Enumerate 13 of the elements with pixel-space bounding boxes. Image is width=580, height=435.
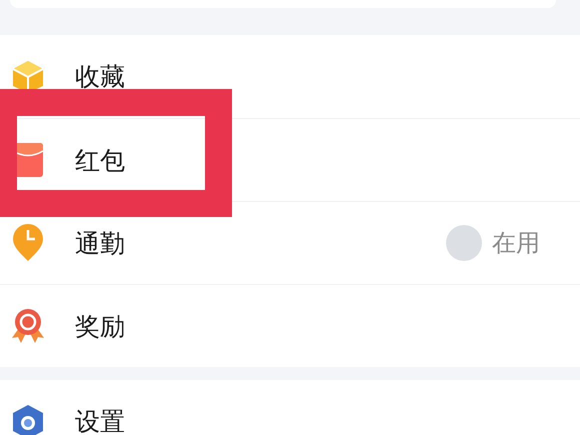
status-text: 在用 xyxy=(492,228,540,259)
clock-pin-icon xyxy=(13,224,43,262)
menu-label: 红包 xyxy=(75,148,126,172)
menu-item[interactable]: 设置 xyxy=(0,380,580,435)
medal-icon xyxy=(10,308,46,344)
menu-item[interactable]: 奖励 xyxy=(0,284,580,367)
menu-label: 通勤 xyxy=(75,230,126,256)
menu-label: 奖励 xyxy=(75,314,126,338)
menu-label: 设置 xyxy=(75,409,126,434)
menu-item[interactable]: 红包 xyxy=(0,118,580,201)
menu-item[interactable]: 收藏 xyxy=(0,35,580,118)
menu-label: 收藏 xyxy=(75,64,126,89)
menu-item[interactable]: 通勤 在用 xyxy=(0,201,580,284)
